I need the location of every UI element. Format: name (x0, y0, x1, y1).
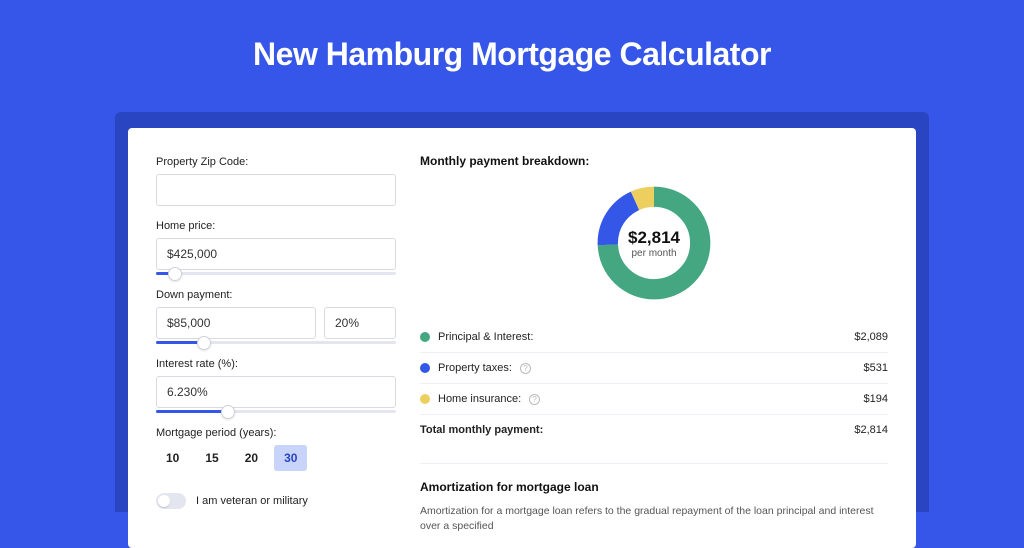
page-title: New Hamburg Mortgage Calculator (0, 0, 1024, 95)
down-payment-input[interactable] (156, 307, 316, 339)
info-icon[interactable]: ? (520, 363, 531, 374)
legend-label: Principal & Interest: (438, 331, 533, 343)
legend-value: $194 (864, 393, 888, 405)
period-option-15[interactable]: 15 (195, 445, 228, 471)
legend-label: Property taxes: (438, 362, 512, 374)
amortization-section: Amortization for mortgage loan Amortizat… (420, 463, 888, 533)
toggle-knob (158, 495, 170, 507)
form-column: Property Zip Code: Home price: Down paym… (156, 154, 396, 508)
veteran-toggle[interactable] (156, 493, 186, 509)
period-option-30[interactable]: 30 (274, 445, 307, 471)
payment-donut-chart: $2,814 per month (593, 182, 715, 304)
slider-handle[interactable] (197, 336, 211, 350)
home-price-slider[interactable] (156, 272, 396, 275)
home-price-label: Home price: (156, 220, 396, 232)
down-payment-slider[interactable] (156, 341, 396, 344)
veteran-label: I am veteran or military (196, 495, 308, 507)
slider-handle[interactable] (168, 267, 182, 281)
legend-label: Home insurance: (438, 393, 521, 405)
legend-value: $531 (864, 362, 888, 374)
period-option-10[interactable]: 10 (156, 445, 189, 471)
period-label: Mortgage period (years): (156, 427, 396, 439)
interest-rate-input[interactable] (156, 376, 396, 408)
legend-swatch (420, 332, 430, 342)
total-value: $2,814 (854, 424, 888, 436)
period-options: 1015 2030 (156, 445, 396, 471)
info-icon[interactable]: ? (529, 394, 540, 405)
breakdown-column: Monthly payment breakdown: $2,814 per mo… (420, 154, 888, 508)
donut-sublabel: per month (631, 248, 676, 259)
legend-row: Principal & Interest: $2,089 (420, 322, 888, 352)
slider-handle[interactable] (221, 405, 235, 419)
zip-input[interactable] (156, 174, 396, 206)
legend-swatch (420, 363, 430, 373)
calculator-card: Property Zip Code: Home price: Down paym… (128, 128, 916, 548)
interest-rate-slider[interactable] (156, 410, 396, 413)
legend-row: Home insurance:? $194 (420, 383, 888, 414)
legend-row: Property taxes:? $531 (420, 352, 888, 383)
donut-amount: $2,814 (628, 228, 680, 248)
down-payment-pct-input[interactable] (324, 307, 396, 339)
legend: Principal & Interest: $2,089 Property taxe… (420, 322, 888, 414)
home-price-input[interactable] (156, 238, 396, 270)
legend-value: $2,089 (854, 331, 888, 343)
amortization-text: Amortization for a mortgage loan refers … (420, 504, 888, 533)
period-option-20[interactable]: 20 (235, 445, 268, 471)
legend-swatch (420, 394, 430, 404)
zip-label: Property Zip Code: (156, 156, 396, 168)
total-label: Total monthly payment: (420, 424, 543, 436)
breakdown-title: Monthly payment breakdown: (420, 154, 888, 168)
interest-rate-label: Interest rate (%): (156, 358, 396, 370)
down-payment-label: Down payment: (156, 289, 396, 301)
amortization-title: Amortization for mortgage loan (420, 480, 888, 494)
